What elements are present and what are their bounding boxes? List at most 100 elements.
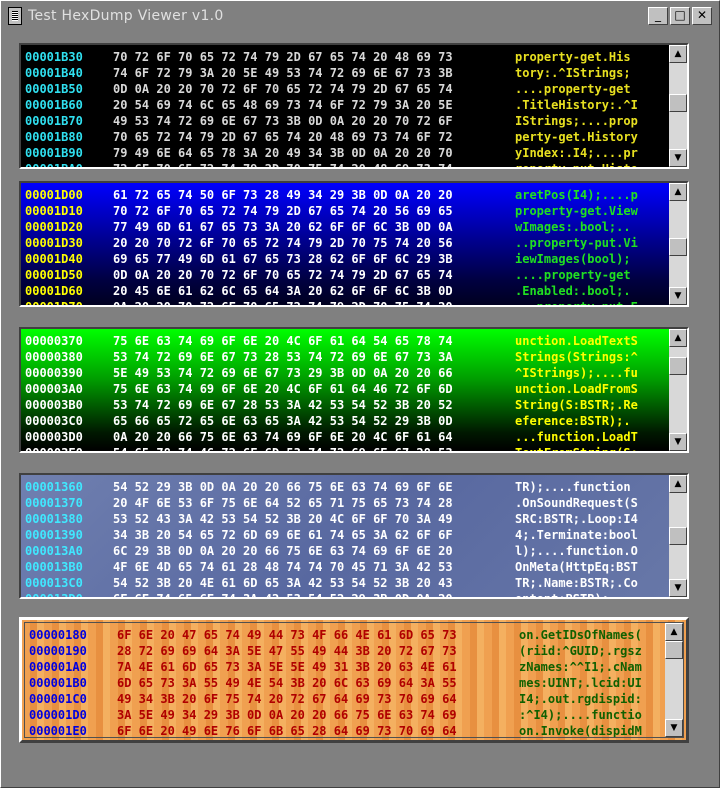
window-title: Test HexDump Viewer v1.0 (28, 8, 224, 24)
hex-bytes-cell: 75 6E 63 74 69 6F 6E 20 4C 6F 61 64 54 6… (113, 334, 453, 348)
address-cell: 00000370 (25, 334, 83, 348)
hex-bytes-cell: 74 6F 72 79 3A 20 5E 49 53 74 72 69 6E 6… (113, 66, 453, 80)
address-cell: 000001B0 (29, 676, 87, 690)
ascii-cell: on.Invoke(dispidM (519, 724, 642, 737)
ascii-cell: OnMeta(HttpEq:BST (515, 560, 638, 574)
ascii-cell: Strings(Strings:^ (515, 350, 638, 364)
vertical-scrollbar[interactable]: ▲ ▼ (669, 475, 687, 597)
ascii-cell: roperty-put.Histo (515, 161, 638, 167)
vertical-scrollbar[interactable]: ▲ ▼ (665, 623, 683, 737)
hex-bytes-cell: 54 52 3B 20 4E 61 6D 65 3A 42 53 54 52 3… (113, 576, 453, 590)
scroll-down-button[interactable]: ▼ (669, 433, 687, 451)
address-cell: 00001BA0 (25, 161, 83, 167)
close-button[interactable]: ✕ (692, 7, 712, 25)
ascii-cell: zNames:^^I1;.cNam (519, 660, 642, 674)
scroll-down-button[interactable]: ▼ (669, 287, 687, 305)
scroll-thumb[interactable] (669, 238, 687, 256)
scroll-up-button[interactable]: ▲ (669, 183, 687, 201)
hex-bytes-cell: 0A 20 20 66 75 6E 63 74 69 6F 6E 20 4C 6… (113, 430, 453, 444)
ascii-cell: (riid:^GUID;.rgsz (519, 644, 642, 658)
address-cell: 000003E0 (25, 445, 83, 451)
ascii-cell: l);....function.O (515, 544, 638, 558)
scroll-down-button[interactable]: ▼ (669, 149, 687, 167)
address-cell: 00001B40 (25, 66, 83, 80)
scroll-thumb[interactable] (669, 94, 687, 112)
hexdump-panel-4[interactable]: 00001360 54 52 29 3B 0D 0A 20 20 66 75 6E… (19, 473, 689, 599)
scroll-up-button[interactable]: ▲ (669, 329, 687, 347)
hexdump-content[interactable]: 00001D00 61 72 65 74 50 6F 73 28 49 34 29… (21, 183, 669, 305)
maximize-button[interactable]: □ (670, 7, 690, 25)
title-bar[interactable]: Test HexDump Viewer v1.0 _ □ ✕ (2, 2, 718, 30)
hex-bytes-cell: 6F 6E 20 47 65 74 49 44 73 4F 66 4E 61 6… (117, 628, 457, 642)
ascii-cell: 4;.Terminate:bool (515, 528, 638, 542)
address-cell: 000001E0 (29, 724, 87, 737)
hexdump-content[interactable]: 00001B30 70 72 6F 70 65 72 74 79 2D 67 65… (21, 45, 669, 167)
address-cell: 00001B80 (25, 130, 83, 144)
address-cell: 00000180 (29, 628, 87, 642)
hexdump-content[interactable]: 00000180 6F 6E 20 47 65 74 49 44 73 4F 66… (25, 623, 665, 737)
hex-bytes-cell: 70 65 72 74 79 2D 67 65 74 20 48 69 73 7… (113, 130, 453, 144)
hex-bytes-cell: 70 72 6F 70 65 72 74 79 2D 67 65 74 20 4… (113, 50, 453, 64)
address-cell: 00001B90 (25, 146, 83, 160)
vertical-scrollbar[interactable]: ▲ ▼ (669, 45, 687, 167)
hex-bytes-cell: 70 72 6F 70 65 72 74 79 2D 67 65 74 20 5… (113, 204, 453, 218)
address-cell: 000003C0 (25, 414, 83, 428)
hex-bytes-cell: 53 52 43 3A 42 53 54 52 3B 20 4C 6F 6F 7… (113, 512, 453, 526)
hexdump-panel-2[interactable]: 00001D00 61 72 65 74 50 6F 73 28 49 34 29… (19, 181, 689, 307)
scroll-down-button[interactable]: ▼ (665, 719, 683, 737)
hex-bytes-cell: 6F 6E 20 49 6E 76 6F 6B 65 28 64 69 73 7… (117, 724, 457, 737)
hex-bytes-cell: 6F 6E 74 65 6E 74 3A 42 53 54 52 29 3B 0… (113, 591, 453, 597)
ascii-cell: IStrings;....prop (515, 114, 638, 128)
hex-bytes-cell: 20 20 70 72 6F 70 65 72 74 79 2D 70 75 7… (113, 236, 453, 250)
address-cell: 00001D40 (25, 252, 83, 266)
app-icon (8, 7, 22, 25)
address-cell: 000013D0 (25, 591, 83, 597)
hex-bytes-cell: 0D 0A 20 20 70 72 6F 70 65 72 74 79 2D 6… (113, 82, 453, 96)
ascii-cell: String(S:BSTR;.Re (515, 398, 638, 412)
address-cell: 00001380 (25, 512, 83, 526)
address-cell: 00001B70 (25, 114, 83, 128)
scroll-up-button[interactable]: ▲ (669, 475, 687, 493)
address-cell: 00001390 (25, 528, 83, 542)
hex-bytes-cell: 69 65 77 49 6D 61 67 65 73 28 62 6F 6F 6… (113, 252, 453, 266)
scroll-thumb[interactable] (669, 527, 687, 545)
hexdump-panel-1[interactable]: 00001B30 70 72 6F 70 65 72 74 79 2D 67 65… (19, 43, 689, 169)
ascii-cell: .Enabled:.bool;. (515, 284, 631, 298)
ascii-cell: on.GetIDsOfNames( (519, 628, 642, 642)
address-cell: 00001B30 (25, 50, 83, 64)
scroll-up-button[interactable]: ▲ (665, 623, 683, 641)
scroll-thumb[interactable] (665, 641, 683, 659)
ascii-cell: property-get.His (515, 50, 631, 64)
hexdump-content[interactable]: 00000370 75 6E 63 74 69 6F 6E 20 4C 6F 61… (21, 329, 669, 451)
hexdump-content[interactable]: 00001360 54 52 29 3B 0D 0A 20 20 66 75 6E… (21, 475, 669, 597)
hex-bytes-cell: 61 72 65 74 50 6F 73 28 49 34 29 3B 0D 0… (113, 188, 453, 202)
hex-bytes-cell: 75 6E 63 74 69 6F 6E 20 4C 6F 61 64 46 7… (113, 382, 453, 396)
hexdump-panel-5[interactable]: 00000180 6F 6E 20 47 65 74 49 44 73 4F 66… (19, 617, 689, 743)
ascii-cell: ontent:BSTR);... (515, 591, 631, 597)
address-cell: 000001A0 (29, 660, 87, 674)
hex-bytes-cell: 28 72 69 69 64 3A 5E 47 55 49 44 3B 20 7… (117, 644, 457, 658)
ascii-cell: aretPos(I4);....p (515, 188, 638, 202)
hex-bytes-cell: 53 74 72 69 6E 67 28 53 3A 42 53 54 52 3… (113, 398, 453, 412)
ascii-cell: ....property-get (515, 82, 631, 96)
hex-bytes-cell: 34 3B 20 54 65 72 6D 69 6E 61 74 65 3A 6… (113, 528, 453, 542)
address-cell: 000013A0 (25, 544, 83, 558)
ascii-cell: TR);....function (515, 480, 631, 494)
hex-bytes-cell: 72 6F 70 65 72 74 79 2D 70 75 74 20 48 6… (113, 161, 453, 167)
address-cell: 000003A0 (25, 382, 83, 396)
scroll-thumb[interactable] (669, 357, 687, 375)
scroll-up-button[interactable]: ▲ (669, 45, 687, 63)
address-cell: 000003B0 (25, 398, 83, 412)
minimize-button[interactable]: _ (648, 7, 668, 25)
ascii-cell: ^IStrings);....fu (515, 366, 638, 380)
vertical-scrollbar[interactable]: ▲ ▼ (669, 183, 687, 305)
address-cell: 00001D00 (25, 188, 83, 202)
ascii-cell: property-get.View (515, 204, 638, 218)
vertical-scrollbar[interactable]: ▲ ▼ (669, 329, 687, 451)
address-cell: 000001D0 (29, 708, 87, 722)
hex-bytes-cell: 54 65 78 74 46 72 6F 6D 53 74 72 69 6E 6… (113, 445, 453, 451)
ascii-cell: SRC:BSTR;.Loop:I4 (515, 512, 638, 526)
ascii-cell: tory:.^IStrings; (515, 66, 631, 80)
scroll-down-button[interactable]: ▼ (669, 579, 687, 597)
hexdump-panel-3[interactable]: 00000370 75 6E 63 74 69 6F 6E 20 4C 6F 61… (19, 327, 689, 453)
